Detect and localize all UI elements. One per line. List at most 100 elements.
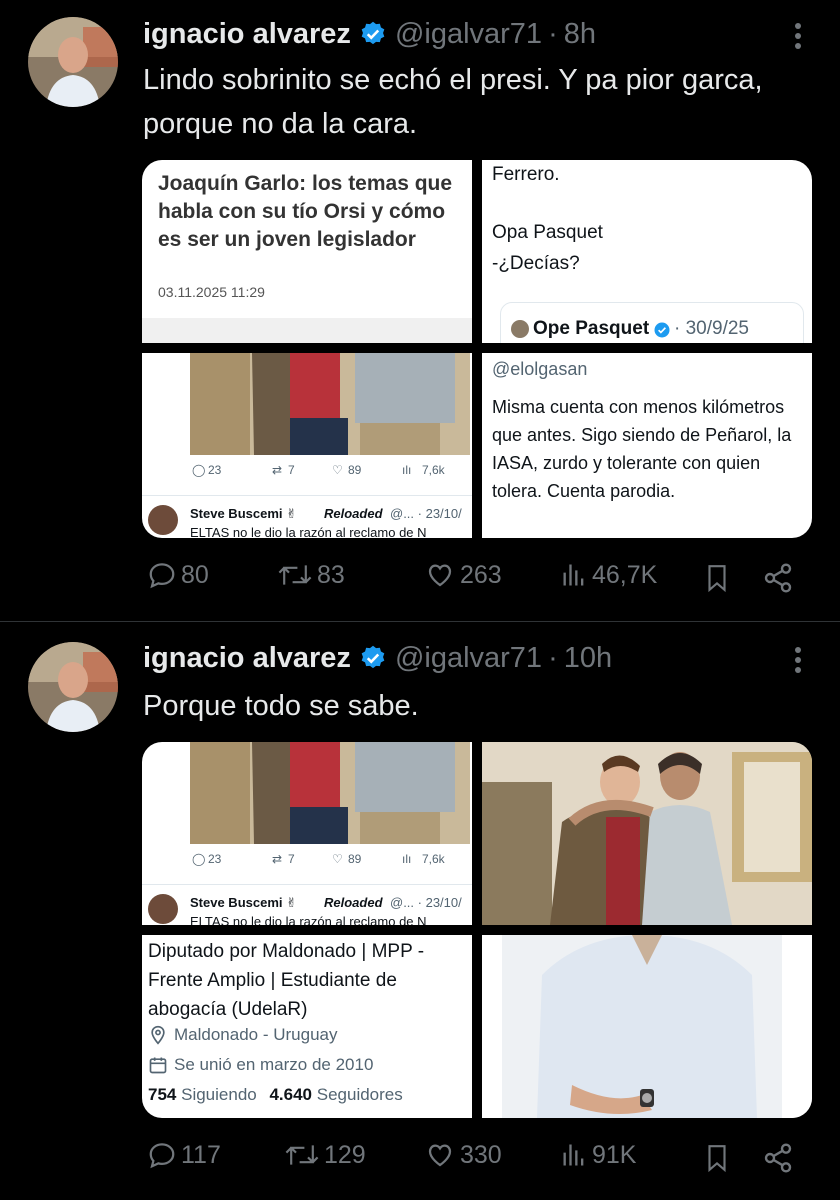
author-avatar[interactable] (28, 642, 118, 732)
views-count: 91K (592, 1140, 637, 1169)
reply-count: 80 (181, 560, 209, 589)
like-button[interactable]: 330 (424, 1140, 502, 1170)
reply-text: ELTAS no le dio la razón al reclamo de N (190, 525, 427, 538)
share-icon[interactable] (762, 1142, 794, 1174)
photo-illustration (482, 742, 812, 925)
following-label: Siguiendo (181, 1085, 257, 1104)
metric-retweets-icon: ⇄ (272, 852, 283, 866)
reply-button[interactable]: 80 (147, 560, 209, 590)
following-count: 754 (148, 1085, 177, 1104)
share-icon[interactable] (762, 562, 794, 594)
media-photo-tweet-screenshot[interactable]: ◯ 23 ⇄ 7 ♡ 89 ılı 7,6k Steve Buscemi ✌ Reloa… (142, 353, 472, 538)
quote-avatar (511, 320, 529, 338)
author-name[interactable]: ignacio alvarez (143, 642, 351, 675)
separator-dot: · (548, 17, 558, 50)
post-time[interactable]: 8h (564, 18, 596, 51)
post-time[interactable]: 10h (564, 642, 612, 675)
metric-replies: 23 (208, 852, 222, 866)
bio-text: Misma cuenta con menos kilómetros que an… (492, 397, 792, 501)
reply-count: 117 (181, 1140, 221, 1169)
metric-likes-icon: ♡ (332, 852, 343, 866)
quote-name: Ope Pasquet (533, 318, 650, 339)
reply-handle: @... · 23/10/ (390, 506, 462, 521)
post-header: ignacio alvarez @igalvar71 · 8h (143, 14, 596, 54)
repost-icon (278, 565, 312, 585)
verified-badge-icon (361, 21, 385, 45)
post-2[interactable]: ignacio alvarez @igalvar71 · 10h Porque … (0, 622, 840, 1200)
media-photo-tweet-screenshot[interactable]: ◯ 23 ⇄ 7 ♡ 89 ılı 7,6k Steve Buscemi ✌ Reloa… (142, 742, 472, 925)
reply-handle: @... · 23/10/ (390, 895, 462, 910)
repost-count: 129 (324, 1140, 366, 1169)
media-grid[interactable]: Joaquín Garlo: los temas que habla con s… (142, 160, 812, 538)
reply-name: Steve Buscemi ✌ (190, 506, 297, 521)
repost-button[interactable]: 129 (284, 1140, 366, 1170)
reply-avatar (148, 505, 178, 535)
profile-joined-row: Se unió en marzo de 2010 (148, 1055, 373, 1075)
post-1[interactable]: ignacio alvarez @igalvar71 · 8h Lindo so… (0, 0, 840, 620)
metric-replies: 23 (208, 463, 222, 477)
like-icon (428, 1144, 452, 1167)
photo-two-men (190, 742, 470, 844)
reply-name: Steve Buscemi ✌ (190, 895, 297, 910)
reply-avatar (148, 894, 178, 924)
calendar-icon (149, 1057, 167, 1074)
repost-icon (285, 1145, 319, 1165)
views-button[interactable]: 46,7K (560, 560, 657, 590)
reply-divider (142, 495, 472, 496)
author-handle[interactable]: @igalvar71 (395, 18, 542, 51)
more-icon[interactable] (786, 644, 810, 676)
metric-views: 7,6k (422, 852, 445, 866)
followers-label: Seguidores (316, 1085, 403, 1104)
media-grid[interactable]: ◯ 23 ⇄ 7 ♡ 89 ılı 7,6k Steve Buscemi ✌ Reloa… (142, 742, 812, 1118)
views-count: 46,7K (592, 560, 658, 589)
media-article-screenshot[interactable]: Joaquín Garlo: los temas que habla con s… (142, 160, 472, 343)
post-text: Lindo sobrinito se echó el presi. Y pa p… (143, 64, 763, 140)
metric-views: 7,6k (422, 463, 445, 477)
article-separator (142, 318, 472, 343)
profile-location-row: Maldonado - Uruguay (148, 1025, 337, 1045)
reply-text: ELTAS no le dio la razón al reclamo de N (190, 914, 427, 925)
reply-tag: Reloaded (324, 895, 383, 910)
separator-dot: · (548, 641, 558, 674)
media-profile-screenshot[interactable]: Diputado por Maldonado | MPP - Frente Am… (142, 935, 472, 1118)
like-button[interactable]: 263 (424, 560, 502, 590)
photo-two-men (190, 353, 470, 455)
article-headline: Joaquín Garlo: los temas que habla con s… (158, 172, 453, 251)
bookmark-icon[interactable] (704, 1143, 730, 1173)
views-button[interactable]: 91K (560, 1140, 636, 1170)
profile-follow-row: 754 Siguiendo 4.640 Seguidores (148, 1085, 403, 1105)
author-name[interactable]: ignacio alvarez (143, 18, 351, 51)
post-actions: 80 83 263 46,7K (142, 560, 802, 600)
media-quoted-tweet-screenshot[interactable]: Ferrero. Opa Pasquet -¿Decías? Ope Pasqu… (482, 160, 812, 343)
quote-verified-icon (654, 322, 670, 338)
views-icon (563, 564, 584, 586)
like-icon (428, 564, 452, 587)
more-icon[interactable] (786, 20, 810, 52)
like-count: 263 (460, 560, 502, 589)
media-bio-screenshot[interactable]: @elolgasan Misma cuenta con menos kilóme… (482, 353, 812, 538)
metric-retweets-icon: ⇄ (272, 463, 283, 477)
reply-button[interactable]: 117 (147, 1140, 221, 1170)
bookmark-icon[interactable] (704, 563, 730, 593)
metric-likes-icon: ♡ (332, 463, 343, 477)
views-icon (563, 1144, 584, 1166)
media-photo-white-shirt[interactable] (482, 935, 812, 1118)
repost-button[interactable]: 83 (277, 560, 345, 590)
metric-replies-icon: ◯ (192, 463, 206, 477)
location-icon (151, 1025, 165, 1045)
media-photo-two-men[interactable] (482, 742, 812, 925)
tweet-line-3: -¿Decías? (492, 253, 580, 274)
author-avatar[interactable] (28, 17, 118, 107)
article-date: 03.11.2025 11:29 (158, 284, 265, 300)
reply-tag: Reloaded (324, 506, 383, 521)
profile-location: Maldonado - Uruguay (174, 1025, 338, 1044)
bio-handle: @elolgasan (492, 359, 588, 379)
repost-count: 83 (317, 560, 345, 589)
reply-icon (149, 563, 175, 589)
reply-icon (149, 1143, 175, 1169)
quote-card: Ope Pasquet · 30/9/25 (500, 302, 804, 343)
post-text: Porque todo se sabe. (143, 690, 419, 722)
author-handle[interactable]: @igalvar71 (395, 642, 542, 675)
metric-likes: 89 (348, 463, 362, 477)
followers-count: 4.640 (269, 1085, 313, 1104)
